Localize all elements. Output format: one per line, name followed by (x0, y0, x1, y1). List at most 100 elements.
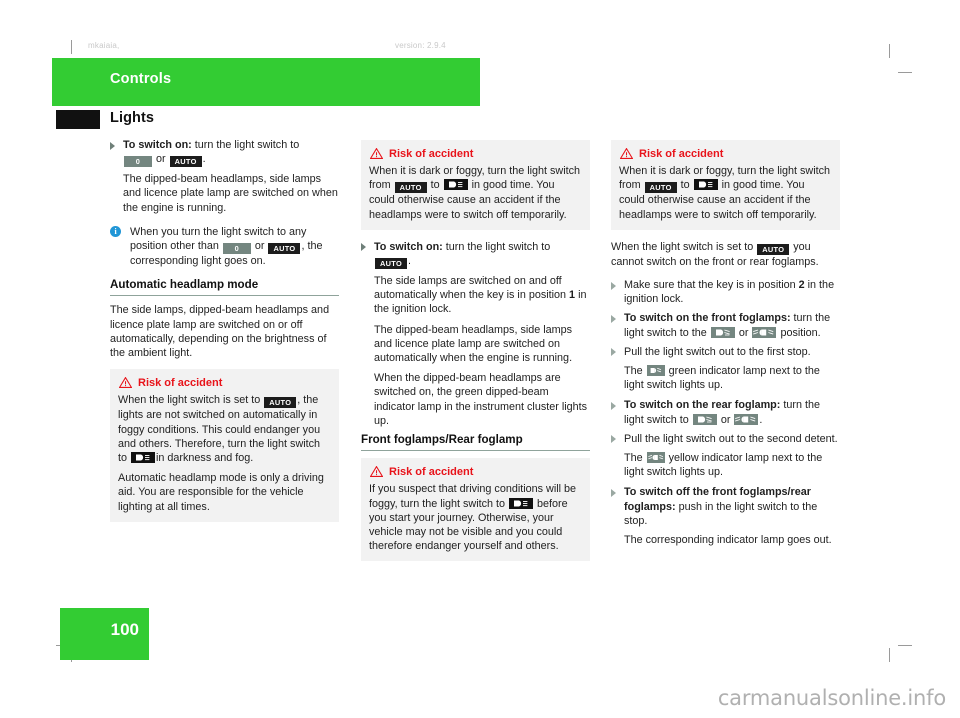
info-icon: i (110, 225, 121, 237)
off-badge: 0 (124, 156, 152, 168)
column-middle: Risk of accident When it is dark or fogg… (361, 140, 590, 571)
bullet-tail: or (153, 153, 166, 166)
bullet-text-a: Make sure that the key is in position (624, 279, 796, 292)
para-side-lamps: The side lamps are switched on and off a… (361, 274, 590, 317)
dipped-beam-icon (131, 452, 156, 464)
bullet-period: . (408, 255, 412, 268)
warning-text-part-b: to (430, 179, 440, 192)
warning-box-automatic-mode: Risk of accident When the light switch i… (110, 369, 339, 522)
para-indicator-lamp: When the dipped-beam headlamps are switc… (374, 372, 588, 427)
bullet-pull-first-stop: Pull the light switch out to the first s… (611, 345, 840, 359)
front-foglamp-indicator-icon (646, 365, 665, 377)
warning-title: Risk of accident (639, 148, 724, 160)
bullet-label-rest: turn the light switch to (442, 240, 551, 253)
para-dipped-beam-auto: The dipped-beam headlamps, side lamps an… (374, 323, 573, 365)
bullet-switch-on-rear-foglamp: To switch on the rear foglamp: turn the … (611, 398, 840, 426)
bullet-switch-off-foglamps: To switch off the front foglamps/rear fo… (611, 485, 840, 528)
warning-text-1: If you suspect that driving conditions w… (369, 482, 582, 553)
warning-triangle-icon (370, 466, 383, 478)
bullet-label-bold: To switch on: (123, 139, 192, 151)
auto-badge: AUTO (375, 258, 408, 270)
off-badge: 0 (222, 243, 251, 255)
bullet-period: . (202, 153, 206, 166)
bullet-label-rest: turn the light switch to (191, 139, 300, 151)
rear-foglamp-icon (752, 326, 777, 338)
watermark: carmanualsonline.info (717, 686, 946, 710)
rear-foglamp-indicator-icon (646, 452, 665, 464)
rear-foglamp-icon (734, 413, 759, 425)
dipped-beam-icon (509, 497, 534, 509)
warning-text-part-b: to (680, 179, 690, 192)
warning-header: Risk of accident (369, 147, 582, 161)
dipped-beam-icon (693, 179, 718, 191)
warning-text-1: When it is dark or foggy, turn the light… (619, 164, 832, 222)
auto-badge: AUTO (268, 243, 301, 255)
para-dipped-beam: The dipped-beam headlamps, side lamps an… (123, 173, 338, 214)
bullet-triangle-icon (611, 401, 616, 410)
warning-text-2: Automatic headlamp mode is only a drivin… (118, 472, 324, 513)
bullet-triangle-icon (611, 281, 616, 290)
bullet-switch-on: To switch on: turn the light switch to A… (361, 240, 590, 270)
warning-triangle-icon (370, 148, 383, 159)
ignition-position-number: 2 (798, 279, 805, 292)
bullet-triangle-icon (611, 435, 616, 444)
running-head-right: version: 2.9.4 (395, 41, 446, 50)
bullet-switch-on-front-foglamps: To switch on the front foglamps: turn th… (611, 311, 840, 339)
para-auto-no-foglamps: When the light switch is set to AUTO you… (611, 240, 840, 269)
crop-mark-top-left (71, 40, 72, 54)
crop-mark-bottom-right (889, 648, 890, 662)
subheading-foglamps: Front foglamps/Rear foglamp (361, 433, 590, 452)
thumb-tab (56, 110, 100, 129)
auto-badge: AUTO (264, 397, 297, 409)
bullet-key-position: Make sure that the key is in position 2 … (611, 278, 840, 306)
page-number-block: 100 (60, 608, 149, 660)
bullet-tail: position. (780, 326, 821, 339)
note-light-switch: i When you turn the light switch to any … (110, 225, 339, 268)
bullet-label-bold: To switch on the front foglamps: (624, 312, 791, 325)
para-green-indicator: The green indicator lamp next to the lig… (611, 364, 840, 392)
warning-text-1: When the light switch is set to AUTO, th… (118, 393, 331, 465)
bullet-label-bold: To switch on the rear foglamp: (624, 399, 781, 412)
column-right: Risk of accident When it is dark or fogg… (611, 140, 840, 552)
bullet-pull-second-detent: Pull the light switch out to the second … (611, 432, 840, 446)
bullet-label-bold: To switch on: (374, 240, 443, 253)
sub-text-a: The (624, 452, 643, 465)
running-head-left: mkaiaia, (88, 41, 120, 50)
warning-title: Risk of accident (389, 148, 474, 160)
auto-badge: AUTO (394, 182, 427, 194)
para-automatic-mode: The side lamps, dipped-beam headlamps an… (110, 304, 330, 360)
bullet-period: . (759, 413, 763, 426)
bullet-triangle-icon (611, 314, 616, 323)
warning-box-dark-foggy: Risk of accident When it is dark or fogg… (361, 140, 590, 230)
bullet-text: Pull the light switch out to the second … (624, 432, 838, 445)
warning-title: Risk of accident (138, 377, 223, 390)
para-text-a: The side lamps are switched on and off a… (374, 275, 567, 302)
para-yellow-indicator: The yellow indicator lamp next to the li… (611, 451, 840, 479)
crop-mark-right-bottom (898, 645, 912, 646)
ignition-position-number: 1 (569, 289, 576, 302)
warning-header: Risk of accident (118, 376, 331, 390)
warning-box-foggy-conditions: Risk of accident If you suspect that dri… (361, 458, 590, 562)
bullet-triangle-icon (361, 243, 366, 252)
bullet-triangle-icon (611, 488, 616, 497)
dipped-beam-icon (443, 179, 468, 191)
manual-page: mkaiaia, version: 2.9.4 Controls Lights … (0, 0, 960, 718)
page-title: Lights (110, 110, 155, 126)
warning-text-part-c: in darkness and fog. (156, 452, 254, 465)
bullet-or: or (720, 413, 731, 426)
auto-badge: AUTO (757, 243, 790, 255)
crop-mark-top-right (889, 44, 890, 58)
chapter-bar: Controls (52, 58, 480, 106)
sub-text-a: The (624, 365, 643, 378)
front-foglamp-icon (710, 326, 735, 338)
bullet-triangle-icon (611, 348, 616, 357)
warning-title: Risk of accident (389, 466, 474, 479)
warning-header: Risk of accident (369, 465, 582, 479)
para-text-a: When the light switch is set to (611, 240, 754, 253)
auto-badge: AUTO (644, 182, 677, 194)
auto-badge: AUTO (169, 156, 202, 168)
para-indicator-goes-out: The corresponding indicator lamp goes ou… (624, 534, 832, 547)
bullet-triangle-icon (110, 141, 115, 150)
subheading-automatic-headlamp-mode: Automatic headlamp mode (110, 278, 339, 297)
page-number: 100 (110, 620, 139, 639)
